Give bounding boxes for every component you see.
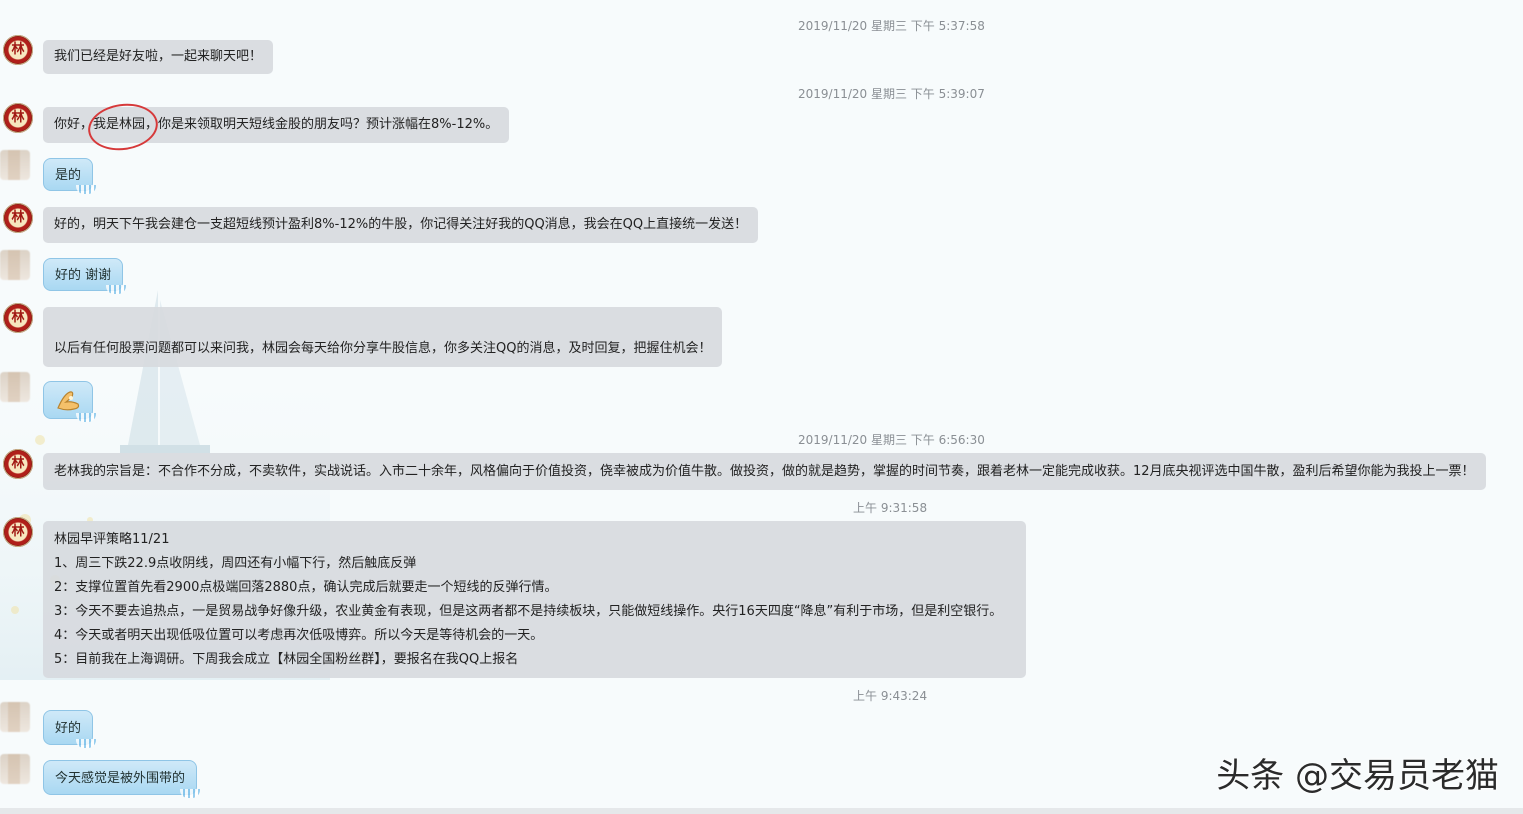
timestamp: 2019/11/20 星期三 下午 6:56:30 — [798, 433, 985, 447]
strategy-line: 4：今天或者明天出现低吸位置可以考虑再次低吸博弈。所以今天是等待机会的一天。 — [54, 628, 544, 643]
my-avatar[interactable] — [0, 250, 30, 280]
avatar-logo-icon: 林 — [11, 310, 25, 325]
my-avatar[interactable] — [0, 754, 30, 784]
message-bubble-outgoing[interactable]: 今天感觉是被外围带的 — [43, 760, 201, 798]
timestamp: 2019/11/20 星期三 下午 5:39:07 — [798, 87, 985, 101]
friend-avatar[interactable]: 林 — [3, 203, 33, 233]
my-avatar[interactable] — [0, 372, 30, 402]
friend-avatar[interactable]: 林 — [3, 35, 33, 65]
friend-avatar[interactable]: 林 — [3, 303, 33, 333]
message-bubble-incoming[interactable]: 我们已经是好友啦，一起来聊天吧！ — [43, 40, 274, 74]
strategy-line: 3：今天不要去追热点，一是贸易战争好像升级，农业黄金有表现，但是这两者都不是持续… — [54, 604, 1003, 619]
my-avatar[interactable] — [0, 702, 30, 732]
avatar-logo-icon: 林 — [11, 42, 25, 57]
watermark-text: 头条 @交易员老猫 — [1216, 756, 1499, 796]
message-bubble-outgoing[interactable]: 好的 — [43, 710, 97, 748]
my-avatar[interactable] — [0, 150, 30, 180]
message-bubble-incoming[interactable]: 以后有任何股票问题都可以来问我，林园会每天给你分享牛股信息，你多关注QQ的消息，… — [43, 307, 723, 367]
timestamp: 2019/11/20 星期三 下午 5:37:58 — [798, 19, 985, 33]
strategy-line: 5：目前我在上海调研。下周我会成立【林园全国粉丝群】，要报名在我QQ上报名 — [54, 652, 519, 667]
chat-history[interactable]: 2019/11/20 星期三 下午 5:37:58 林 我们已经是好友啦，一起来… — [0, 0, 1523, 814]
message-bubble-outgoing[interactable]: 是的 — [43, 158, 97, 194]
friend-avatar[interactable]: 林 — [3, 103, 33, 133]
strategy-line: 2：支撑位置首先看2900点极端回落2880点，确认完成后就要走一个短线的反弹行… — [54, 580, 558, 595]
message-bubble-incoming[interactable]: 老林我的宗旨是：不合作不分成，不卖软件，实战说话。入市二十余年，风格偏向于价值投… — [43, 453, 1486, 490]
friend-avatar[interactable]: 林 — [3, 449, 33, 479]
message-bubble-incoming[interactable]: 好的，明天下午我会建仓一支超短线预计盈利8%-12%的牛股，你记得关注好我的QQ… — [43, 207, 759, 243]
timestamp: 上午 9:31:58 — [853, 501, 928, 515]
strategy-line: 林园早评策略11/21 — [54, 532, 170, 547]
avatar-logo-icon: 林 — [11, 456, 25, 471]
message-bubble-outgoing[interactable]: 好的 谢谢 — [43, 258, 127, 294]
message-bubble-incoming[interactable]: 林园早评策略11/21 1、周三下跌22.9点收阴线，周四还有小幅下行，然后触底… — [43, 521, 1026, 678]
friend-avatar[interactable]: 林 — [3, 517, 33, 547]
ok-hand-emoji-icon — [57, 391, 80, 411]
avatar-logo-icon: 林 — [11, 110, 25, 125]
avatar-logo-icon: 林 — [11, 210, 25, 225]
bottom-divider — [0, 808, 1523, 814]
strategy-line: 1、周三下跌22.9点收阴线，周四还有小幅下行，然后触底反弹 — [54, 556, 417, 571]
avatar-logo-icon: 林 — [11, 524, 25, 539]
message-bubble-outgoing[interactable] — [43, 381, 96, 422]
timestamp: 上午 9:43:24 — [853, 689, 928, 703]
